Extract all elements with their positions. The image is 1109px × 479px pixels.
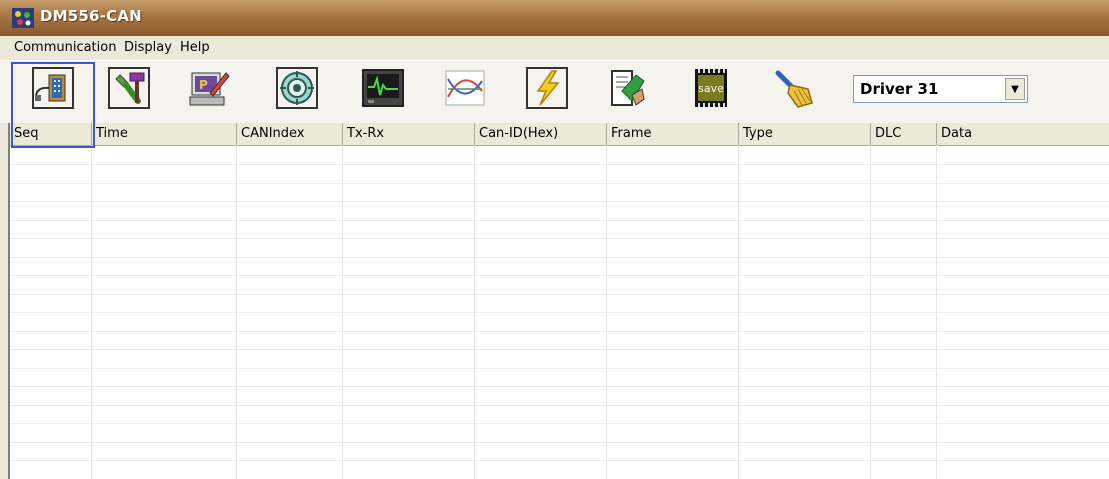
column-header[interactable]: Tx-Rx	[343, 123, 475, 145]
row-divider	[10, 164, 1109, 165]
row-divider	[10, 220, 1109, 221]
oscilloscope-icon	[362, 69, 404, 107]
column-header[interactable]: Seq	[10, 123, 92, 145]
app-logo-icon	[12, 8, 34, 28]
column-header[interactable]: Type	[739, 123, 871, 145]
broom-icon	[775, 70, 813, 108]
menu-help[interactable]: Help	[180, 40, 210, 55]
menu-display[interactable]: Display	[124, 40, 172, 55]
target-dial-icon	[276, 67, 318, 109]
power-button[interactable]	[526, 67, 568, 109]
driver-select-value: Driver 31	[860, 80, 939, 98]
column-header[interactable]: Data	[937, 123, 1109, 145]
row-divider	[10, 460, 1109, 461]
lightning-icon	[526, 67, 568, 109]
curves-button[interactable]	[444, 67, 486, 109]
parameters-button[interactable]: P	[188, 67, 230, 109]
row-divider	[10, 405, 1109, 406]
document-hand-icon	[611, 70, 645, 106]
row-divider	[10, 349, 1109, 350]
settings-button[interactable]	[108, 67, 150, 109]
column-header[interactable]: DLC	[871, 123, 937, 145]
title-bar: DM556-CAN	[0, 0, 1109, 36]
window-title: DM556-CAN	[40, 7, 142, 25]
row-divider	[10, 257, 1109, 258]
monitor-button[interactable]	[362, 67, 404, 109]
column-header[interactable]: Frame	[607, 123, 739, 145]
row-divider	[10, 312, 1109, 313]
save-button[interactable]: save	[690, 67, 732, 109]
table-header: Seq Time CANIndex Tx-Rx Can-ID(Hex) Frame Type…	[10, 123, 1109, 146]
save-chip-icon: save	[695, 69, 727, 107]
row-divider	[10, 331, 1109, 332]
connect-button[interactable]	[32, 67, 74, 109]
row-divider	[10, 294, 1109, 295]
row-divider	[10, 183, 1109, 184]
save-icon-label: save	[698, 82, 724, 95]
row-divider	[10, 442, 1109, 443]
column-header[interactable]: Time	[92, 123, 237, 145]
target-button[interactable]	[276, 67, 318, 109]
file-transfer-button[interactable]	[606, 67, 648, 109]
svg-text:P: P	[199, 78, 208, 92]
menu-communication[interactable]: Communication	[14, 40, 116, 55]
menu-bar: Communication Display Help	[0, 36, 1109, 60]
row-divider	[10, 368, 1109, 369]
row-divider	[10, 423, 1109, 424]
row-divider	[10, 275, 1109, 276]
column-header[interactable]: Can-ID(Hex)	[475, 123, 607, 145]
computer-pen-icon: P	[189, 72, 230, 106]
curve-graph-icon	[445, 70, 485, 106]
row-divider	[10, 238, 1109, 239]
tools-wrench-icon	[108, 67, 150, 109]
row-divider	[10, 201, 1109, 202]
driver-select[interactable]: Driver 31 ▼	[853, 75, 1028, 103]
clear-button[interactable]	[772, 67, 814, 109]
column-header[interactable]: CANIndex	[237, 123, 343, 145]
serial-connector-icon	[32, 67, 74, 109]
chevron-down-icon[interactable]: ▼	[1005, 78, 1025, 100]
data-grid[interactable]: Seq Time CANIndex Tx-Rx Can-ID(Hex) Frame Type…	[8, 123, 1109, 479]
row-divider	[10, 386, 1109, 387]
